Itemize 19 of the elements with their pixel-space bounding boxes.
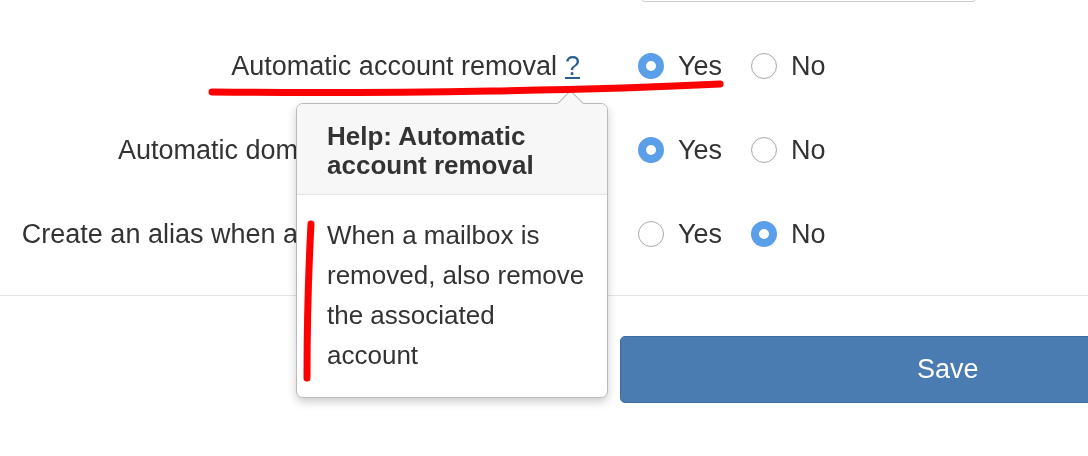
radio-button[interactable] [638,221,664,247]
radio-label: No [791,50,826,82]
radio-label: Yes [678,218,723,250]
help-link[interactable]: ? [564,50,580,82]
popover-title: Help: Automatic account removal [327,122,535,180]
radio-label: Yes [678,50,723,82]
popover-text: When a mailbox is removed, also remove the associated account [326,219,586,372]
radio-button[interactable] [638,137,664,163]
field-label: Automatic dom [117,134,298,166]
radio-button[interactable] [638,53,664,79]
radio-label: No [791,134,826,166]
radio-button[interactable] [751,137,777,163]
radio-label: Yes [678,134,723,166]
radio-button[interactable] [751,53,777,79]
save-button[interactable]: Save [620,336,1088,403]
field-label: Automatic account removal [231,50,557,82]
radio-button[interactable] [751,221,777,247]
radio-label: No [791,218,826,250]
field-label: Create an alias when a [21,218,298,250]
